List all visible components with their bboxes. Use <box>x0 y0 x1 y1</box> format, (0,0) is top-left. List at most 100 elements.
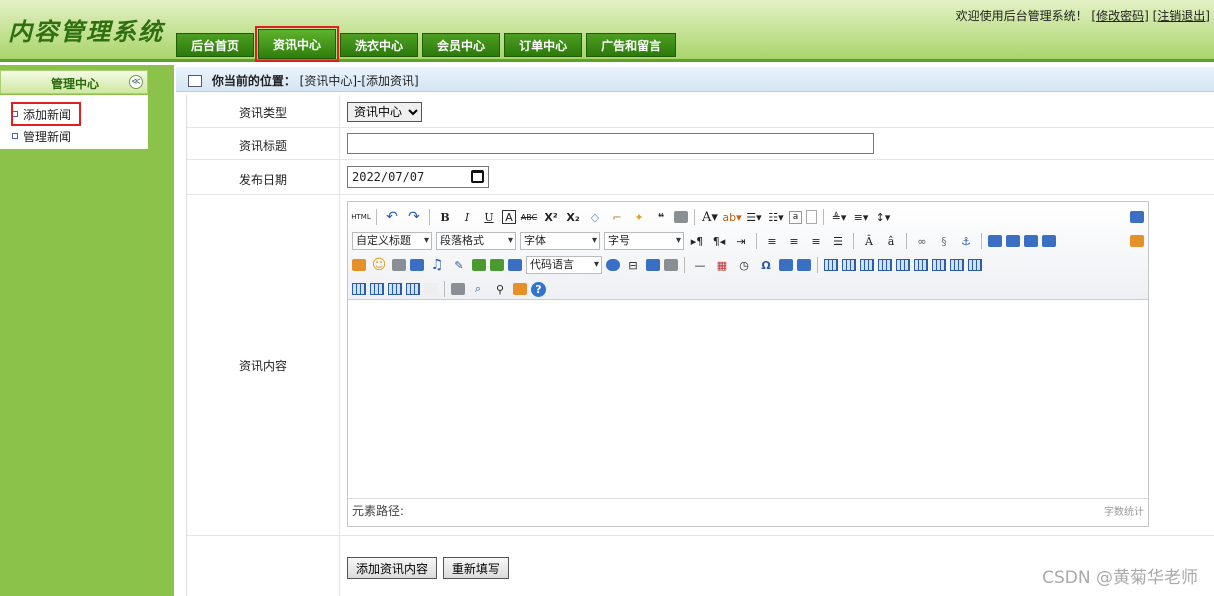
blockquote-icon[interactable]: ❝ <box>652 208 670 226</box>
tab-news-center[interactable]: 资讯中心 <box>255 26 340 62</box>
calendar-icon[interactable] <box>471 170 484 183</box>
bold-icon[interactable]: B <box>436 208 454 226</box>
tab-order-center[interactable]: 订单中心 <box>504 33 583 57</box>
rtl-icon[interactable]: ¶◂ <box>710 232 728 250</box>
news-title-input[interactable] <box>347 133 874 154</box>
indent-icon[interactable]: ⇥ <box>732 232 750 250</box>
underline-icon[interactable]: U <box>480 208 498 226</box>
insert-row-icon[interactable] <box>878 259 892 271</box>
emotion-icon[interactable]: ☺ <box>370 256 388 274</box>
news-type-select[interactable]: 资讯中心 <box>347 102 422 122</box>
row-spacing-top-icon[interactable]: ≜▾ <box>830 208 848 226</box>
paste-plain-icon[interactable] <box>674 211 688 223</box>
publish-date-input[interactable]: 2022/07/07 <box>347 166 489 188</box>
horizontal-rule-icon[interactable]: — <box>691 256 709 274</box>
help-icon[interactable]: ? <box>531 281 546 297</box>
insert-col-icon[interactable] <box>914 259 928 271</box>
html-source-icon[interactable]: HTML <box>351 208 370 226</box>
music-icon[interactable]: ♫ <box>428 256 446 274</box>
scrawl-icon[interactable] <box>392 259 406 271</box>
image-right-icon[interactable] <box>1024 235 1038 247</box>
merge-cells-icon[interactable] <box>950 259 964 271</box>
align-left-icon[interactable]: ≡ <box>763 232 781 250</box>
split-rows-icon[interactable] <box>388 283 402 295</box>
select-all-icon[interactable]: a <box>789 210 802 224</box>
tab-laundry-center[interactable]: 洗衣中心 <box>340 33 419 57</box>
pagebreak-icon[interactable]: ⊟ <box>624 256 642 274</box>
word-image-icon[interactable] <box>797 259 811 271</box>
uppercase-icon[interactable]: Â <box>860 232 878 250</box>
change-password-link[interactable]: [修改密码] <box>1091 9 1148 23</box>
time-icon[interactable]: ◷ <box>735 256 753 274</box>
align-justify-icon[interactable]: ☰ <box>829 232 847 250</box>
insert-paragraph-before-table-icon[interactable] <box>860 259 874 271</box>
print-icon[interactable] <box>451 283 465 295</box>
special-chars-icon[interactable]: Ω <box>757 256 775 274</box>
image-center-icon[interactable] <box>1042 235 1056 247</box>
submit-news-button[interactable]: 添加资讯内容 <box>347 557 438 579</box>
row-spacing-bottom-icon[interactable]: ≡▾ <box>852 208 870 226</box>
search-replace-icon[interactable]: ⚲ <box>491 280 509 298</box>
subscript-icon[interactable]: X₂ <box>564 208 582 226</box>
redo-icon[interactable]: ↷ <box>405 208 423 226</box>
split-cols-icon[interactable] <box>406 283 420 295</box>
logout-link[interactable]: [注销退出] <box>1153 9 1210 23</box>
gmap-icon[interactable] <box>490 259 504 271</box>
ordered-list-icon[interactable]: ☰▾ <box>745 208 763 226</box>
template-icon[interactable] <box>646 259 660 271</box>
paragraph-combo[interactable]: 段落格式 <box>436 232 516 250</box>
font-border-icon[interactable]: A <box>502 210 516 224</box>
date-icon[interactable]: ▦ <box>713 256 731 274</box>
unlink-icon[interactable]: § <box>935 232 953 250</box>
insert-image-icon[interactable] <box>1130 235 1144 247</box>
ltr-icon[interactable]: ▸¶ <box>688 232 706 250</box>
image-left-icon[interactable] <box>1006 235 1020 247</box>
align-center-icon[interactable]: ≡ <box>785 232 803 250</box>
preview-icon[interactable]: ⌕ <box>469 280 487 298</box>
heading-combo[interactable]: 自定义标题 <box>352 232 432 250</box>
code-language-combo[interactable]: 代码语言 <box>526 256 602 274</box>
font-size-combo[interactable]: 字号 <box>604 232 684 250</box>
unordered-list-icon[interactable]: ☷▾ <box>767 208 785 226</box>
editor-content-area[interactable] <box>348 300 1148 498</box>
undo-icon[interactable]: ↶ <box>383 208 401 226</box>
line-height-icon[interactable]: ↕▾ <box>874 208 892 226</box>
font-color-icon[interactable]: A▾ <box>701 208 719 226</box>
sidebar-item-add-news[interactable]: 添加新闻 <box>11 102 81 126</box>
superscript-icon[interactable]: X² <box>542 208 560 226</box>
chart-icon[interactable] <box>424 283 438 295</box>
link-icon[interactable]: ∞ <box>913 232 931 250</box>
eraser-icon[interactable]: ◇ <box>586 208 604 226</box>
collapse-icon[interactable]: ≪ <box>129 75 143 89</box>
format-brush-icon[interactable]: ⌐ <box>608 208 626 226</box>
reset-form-button[interactable]: 重新填写 <box>442 557 509 579</box>
map-icon[interactable] <box>472 259 486 271</box>
merge-down-icon[interactable] <box>352 283 366 295</box>
web-app-icon[interactable] <box>606 259 620 271</box>
delete-col-icon[interactable] <box>932 259 946 271</box>
multi-image-icon[interactable] <box>352 259 366 271</box>
lowercase-icon[interactable]: â <box>882 232 900 250</box>
fullscreen-icon[interactable] <box>1130 211 1144 223</box>
merge-right-icon[interactable] <box>968 259 982 271</box>
anchor-icon[interactable]: ⚓ <box>957 232 975 250</box>
align-right-icon[interactable]: ≡ <box>807 232 825 250</box>
highlight-color-icon[interactable]: ab▾ <box>722 208 741 226</box>
insert-table-icon[interactable] <box>824 259 838 271</box>
drafts-icon[interactable] <box>513 283 527 295</box>
video-icon[interactable] <box>410 259 424 271</box>
background-icon[interactable] <box>664 259 678 271</box>
strikethrough-icon[interactable]: ABC <box>520 208 538 226</box>
attachment-icon[interactable]: ✎ <box>450 256 468 274</box>
insert-frame-icon[interactable] <box>508 259 522 271</box>
tab-member-center[interactable]: 会员中心 <box>422 33 501 57</box>
italic-icon[interactable]: I <box>458 208 476 226</box>
snapscreen-icon[interactable] <box>779 259 793 271</box>
font-family-combo[interactable]: 字体 <box>520 232 600 250</box>
tab-home[interactable]: 后台首页 <box>176 33 255 57</box>
delete-row-icon[interactable] <box>896 259 910 271</box>
clear-doc-icon[interactable] <box>806 210 817 224</box>
split-cells-icon[interactable] <box>370 283 384 295</box>
auto-format-icon[interactable]: ✦ <box>630 208 648 226</box>
image-none-icon[interactable] <box>988 235 1002 247</box>
